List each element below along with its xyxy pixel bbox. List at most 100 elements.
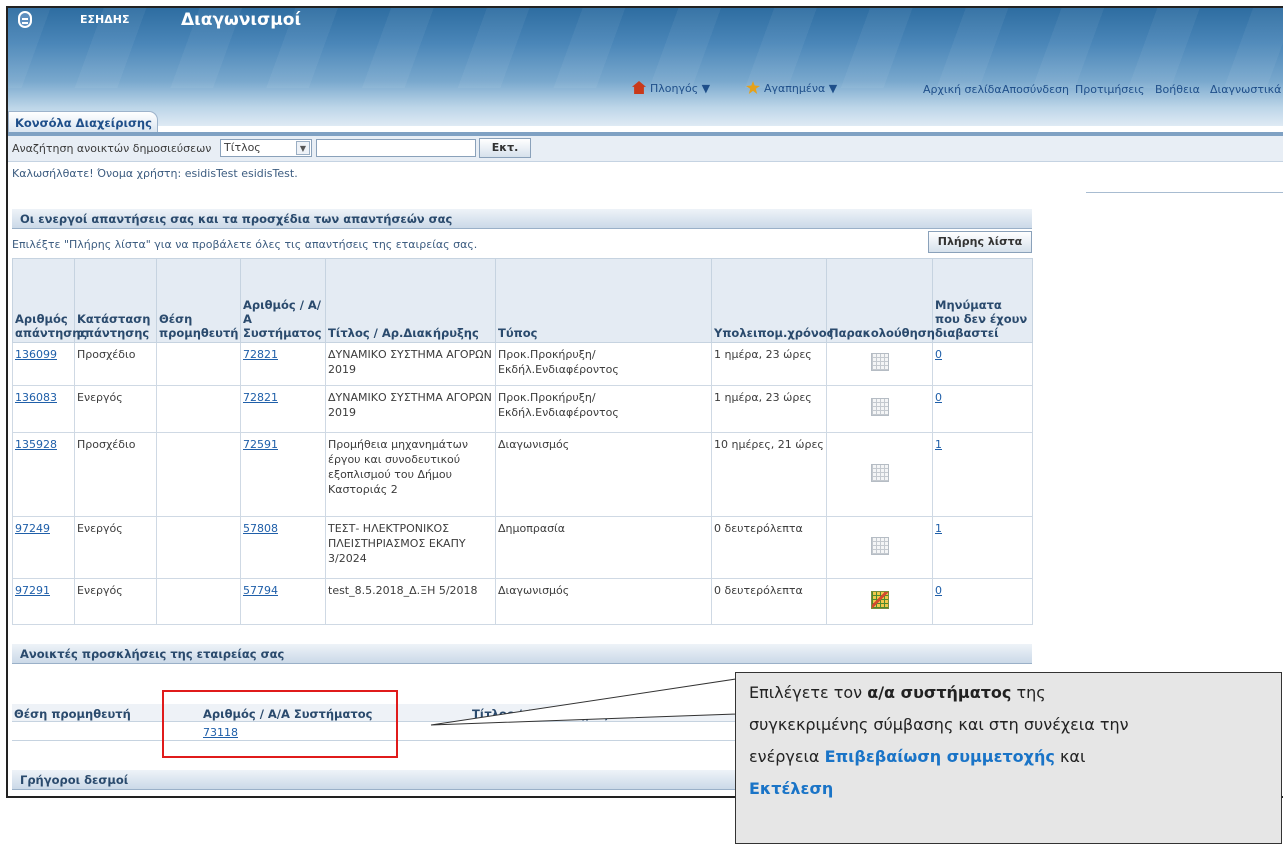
welcome-message: Καλωσήλθατε! Όνομα χρήστη: esidisTest es… bbox=[12, 167, 298, 180]
response-status: Προσχέδιο bbox=[74, 342, 157, 386]
col-header-supplier-position[interactable]: Θέση προμηθευτή bbox=[14, 707, 131, 721]
tab-label: Κονσόλα Διαχείρισης bbox=[15, 116, 152, 130]
home-link[interactable]: Αρχική σελίδα bbox=[923, 83, 1002, 96]
table-row: 136099 Προσχέδιο 72821 ΔΥΝΑΜΙΚΟ ΣΥΣΤΗΜΑ … bbox=[12, 342, 1033, 386]
highlight-box bbox=[162, 690, 398, 758]
response-title: ΔΥΝΑΜΙΚΟ ΣΥΣΤΗΜΑ ΑΓΟΡΩΝ 2019 bbox=[325, 385, 496, 433]
col-header-response-number[interactable]: Αριθμός απάντησης bbox=[12, 258, 87, 343]
response-status: Ενεργός bbox=[74, 385, 157, 433]
callout-action-execute: Εκτέλεση bbox=[749, 779, 834, 798]
response-type: Διαγωνισμός bbox=[495, 578, 712, 625]
remaining-time: 0 δευτερόλεπτα bbox=[711, 578, 827, 625]
active-chart-icon[interactable] bbox=[870, 590, 889, 609]
response-title: ΔΥΝΑΜΙΚΟ ΣΥΣΤΗΜΑ ΑΓΟΡΩΝ 2019 bbox=[325, 342, 496, 386]
callout-line-1: Επιλέγετε τον α/α συστήματος της bbox=[749, 677, 1281, 709]
response-title: Προμήθεια μηχανημάτων έργου και συνοδευτ… bbox=[325, 432, 496, 517]
response-number-link[interactable]: 97249 bbox=[15, 522, 50, 535]
supplier-position bbox=[156, 432, 241, 517]
response-number-link[interactable]: 135928 bbox=[15, 438, 57, 451]
instruction-callout: Επιλέγετε τον α/α συστήματος της συγκεκρ… bbox=[735, 672, 1282, 844]
system-number-link[interactable]: 72821 bbox=[243, 391, 278, 404]
app-title: Διαγωνισμοί bbox=[181, 10, 302, 30]
response-status: Ενεργός bbox=[74, 516, 157, 579]
unread-count-link[interactable]: 1 bbox=[935, 522, 942, 535]
callout-text: της bbox=[1011, 683, 1046, 702]
grid-chart-icon[interactable] bbox=[870, 353, 889, 371]
response-title: ΤΕΣΤ- ΗΛΕΚΤΡΟΝΙΚΟΣ ΠΛΕΙΣΤΗΡΙΑΣΜΟΣ ΕΚΑΠΥ … bbox=[325, 516, 496, 579]
system-number-link[interactable]: 57808 bbox=[243, 522, 278, 535]
col-header-title[interactable]: Τίτλος / Αρ.Διακήρυξ bbox=[472, 707, 608, 721]
col-header-supplier-position[interactable]: Θέση προμηθευτή bbox=[156, 258, 241, 343]
col-header-remaining-time[interactable]: Υπολειπομ.χρόνος bbox=[711, 258, 833, 343]
table-row: 97249 Ενεργός 57808 ΤΕΣΤ- ΗΛΕΚΤΡΟΝΙΚΟΣ Π… bbox=[12, 516, 1033, 579]
grid-chart-icon[interactable] bbox=[870, 398, 889, 416]
col-header-system-number[interactable]: Αριθμός / Α/Α Συστήματος bbox=[240, 258, 326, 343]
diagnostics-link[interactable]: Διαγνωστικά bbox=[1210, 83, 1281, 96]
grid-chart-icon[interactable] bbox=[870, 463, 889, 482]
remaining-time: 0 δευτερόλεπτα bbox=[711, 516, 827, 579]
response-type: Δημοπρασία bbox=[495, 516, 712, 579]
remaining-time: 1 ημέρα, 23 ώρες bbox=[711, 342, 827, 386]
callout-text: και bbox=[1054, 747, 1086, 766]
favorites-icon bbox=[746, 81, 760, 94]
callout-line-2: συγκεκριμένης σύμβασης και στη συνέχεια … bbox=[749, 715, 1129, 734]
supplier-position bbox=[156, 578, 241, 625]
search-label: Αναζήτηση ανοικτών δημοσιεύσεων bbox=[12, 142, 212, 155]
response-number-link[interactable]: 97291 bbox=[15, 584, 50, 597]
grid-chart-icon[interactable] bbox=[870, 536, 889, 555]
search-go-button[interactable]: Εκτ. bbox=[479, 138, 531, 158]
header-banner: ΕΣΗΔΗΣ Διαγωνισμοί bbox=[8, 8, 1283, 126]
remaining-time: 1 ημέρα, 23 ώρες bbox=[711, 385, 827, 433]
org-label: ΕΣΗΔΗΣ bbox=[80, 13, 130, 26]
chevron-down-icon[interactable]: ▼ bbox=[296, 141, 310, 155]
favorites-menu[interactable]: Αγαπημένα ▼ bbox=[746, 81, 837, 95]
system-number-link[interactable]: 57794 bbox=[243, 584, 278, 597]
full-list-button[interactable]: Πλήρης λίστα bbox=[928, 231, 1032, 253]
logout-link[interactable]: Αποσύνδεση bbox=[1002, 83, 1069, 96]
tab-admin-console[interactable]: Κονσόλα Διαχείρισης bbox=[8, 111, 158, 133]
col-header-response-status[interactable]: Κατάσταση απάντησης bbox=[74, 258, 157, 343]
callout-line-3: ενέργεια Επιβεβαίωση συμμετοχής και bbox=[749, 741, 1281, 773]
response-status: Προσχέδιο bbox=[74, 432, 157, 517]
system-number-link[interactable]: 72821 bbox=[243, 348, 278, 361]
unread-count-link[interactable]: 0 bbox=[935, 391, 942, 404]
remaining-time: 10 ημέρες, 21 ώρες bbox=[711, 432, 827, 517]
response-type: Διαγωνισμός bbox=[495, 432, 712, 517]
response-title: test_8.5.2018_Δ.ΞΗ 5/2018 bbox=[325, 578, 496, 625]
favorites-label: Αγαπημένα bbox=[764, 82, 826, 95]
supplier-position bbox=[156, 516, 241, 579]
table-row: 135928 Προσχέδιο 72591 Προμήθεια μηχανημ… bbox=[12, 432, 1033, 517]
col-header-monitoring: Παρακολούθηση bbox=[826, 258, 935, 343]
help-link[interactable]: Βοήθεια bbox=[1155, 83, 1200, 96]
supplier-position bbox=[156, 385, 241, 433]
response-number-link[interactable]: 136099 bbox=[15, 348, 57, 361]
search-input[interactable] bbox=[316, 139, 476, 157]
search-bar: Αναζήτηση ανοικτών δημοσιεύσεων Τίτλος ▼… bbox=[8, 136, 1283, 162]
col-header-title[interactable]: Τίτλος / Αρ.Διακήρυξης bbox=[325, 258, 496, 343]
callout-text: ενέργεια bbox=[749, 747, 825, 766]
unread-count-link[interactable]: 0 bbox=[935, 348, 942, 361]
table-row: 136083 Ενεργός 72821 ΔΥΝΑΜΙΚΟ ΣΥΣΤΗΜΑ ΑΓ… bbox=[12, 385, 1033, 433]
unread-count-link[interactable]: 0 bbox=[935, 584, 942, 597]
col-header-type[interactable]: Τύπος bbox=[495, 258, 712, 343]
supplier-position bbox=[156, 342, 241, 386]
table-row: 97291 Ενεργός 57794 test_8.5.2018_Δ.ΞΗ 5… bbox=[12, 578, 1033, 625]
search-field-select[interactable]: Τίτλος ▼ bbox=[220, 139, 312, 157]
col-header-unread-messages: Μηνύματα που δεν έχουν διαβαστεί bbox=[932, 258, 1033, 343]
unread-count-link[interactable]: 1 bbox=[935, 438, 942, 451]
navigator-menu[interactable]: Πλοηγός ▼ bbox=[632, 81, 710, 95]
callout-text: Επιλέγετε τον bbox=[749, 683, 868, 702]
preferences-link[interactable]: Προτιμήσεις bbox=[1075, 83, 1144, 96]
invitations-section-header: Ανοικτές προσκλήσεις της εταιρείας σας bbox=[12, 644, 1032, 664]
system-number-link[interactable]: 72591 bbox=[243, 438, 278, 451]
response-number-link[interactable]: 136083 bbox=[15, 391, 57, 404]
navigator-label: Πλοηγός bbox=[650, 82, 699, 95]
response-status: Ενεργός bbox=[74, 578, 157, 625]
logo-icon bbox=[18, 11, 32, 28]
responses-hint: Επιλέξτε "Πλήρης λίστα" για να προβάλετε… bbox=[12, 238, 478, 251]
callout-bold-text: α/α συστήματος bbox=[867, 683, 1012, 702]
home-icon bbox=[632, 81, 646, 94]
responses-section-header: Οι ενεργοί απαντήσεις σας και τα προσχέδ… bbox=[12, 209, 1032, 229]
search-select-value: Τίτλος bbox=[224, 141, 261, 154]
divider bbox=[1086, 192, 1283, 193]
